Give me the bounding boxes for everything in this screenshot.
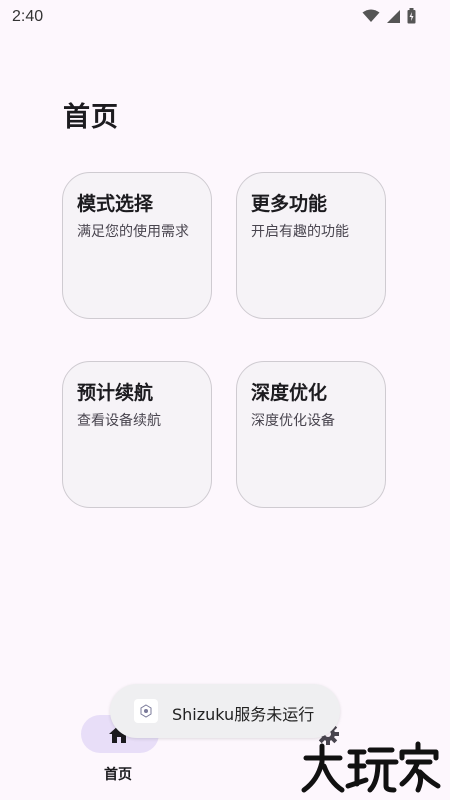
card-more-features[interactable]: 更多功能 开启有趣的功能 <box>236 172 386 319</box>
wifi-icon <box>362 9 380 22</box>
toast: Shizuku服务未运行 <box>110 684 340 738</box>
card-battery-estimate[interactable]: 预计续航 查看设备续航 <box>62 361 212 508</box>
watermark-logo <box>301 741 441 793</box>
card-subtitle: 查看设备续航 <box>77 413 161 429</box>
card-title: 更多功能 <box>251 193 328 215</box>
card-subtitle: 满足您的使用需求 <box>77 224 189 240</box>
page-title: 首页 <box>63 102 119 133</box>
status-icons <box>362 8 416 24</box>
card-subtitle: 开启有趣的功能 <box>251 224 349 240</box>
card-mode-select[interactable]: 模式选择 满足您的使用需求 <box>62 172 212 319</box>
shizuku-icon <box>134 699 158 723</box>
toast-message: Shizuku服务未运行 <box>172 705 315 724</box>
battery-icon <box>407 8 416 24</box>
cell-signal-icon <box>387 9 400 23</box>
card-deep-optimize[interactable]: 深度优化 深度优化设备 <box>236 361 386 508</box>
status-time: 2:40 <box>12 8 44 25</box>
status-bar: 2:40 <box>0 0 450 34</box>
nav-home-label: 首页 <box>104 767 132 783</box>
card-title: 预计续航 <box>77 382 154 404</box>
card-title: 深度优化 <box>251 382 328 404</box>
card-title: 模式选择 <box>77 193 154 215</box>
card-subtitle: 深度优化设备 <box>251 413 335 429</box>
